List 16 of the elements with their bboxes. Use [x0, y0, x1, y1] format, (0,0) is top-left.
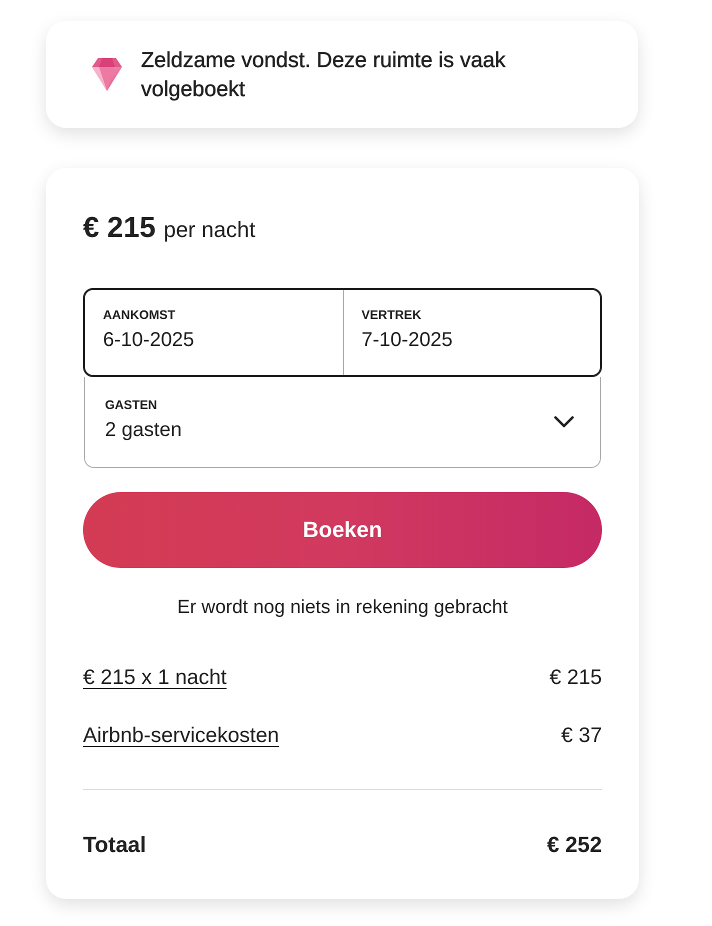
price-amount: € 215: [83, 212, 156, 244]
price-detail-link[interactable]: € 215 x 1 nacht: [83, 664, 227, 692]
date-field[interactable]: VERTREK 7-10-2025: [342, 290, 600, 375]
total-amount: € 252: [546, 831, 602, 859]
line-amount: € 37: [561, 723, 602, 749]
price-detail-link[interactable]: Airbnb-servicekosten: [83, 722, 280, 750]
notice-text: Zeldzame vondst. Deze ruimte is vaak volgeboekt: [141, 46, 506, 102]
line-amount: € 215: [549, 665, 602, 691]
chevron-down-icon: [554, 416, 574, 428]
price-unit: per nacht: [164, 217, 256, 242]
total-label: Totaal: [83, 831, 146, 859]
guests-dropdown[interactable]: GASTEN 2 gasten: [84, 377, 601, 468]
no-charge-note: Er wordt nog niets in rekening gebracht: [176, 596, 509, 620]
gem-icon: [92, 58, 122, 91]
book-button[interactable]: Boeken: [83, 492, 602, 568]
date-field[interactable]: AANKOMST 6-10-2025: [85, 290, 342, 375]
